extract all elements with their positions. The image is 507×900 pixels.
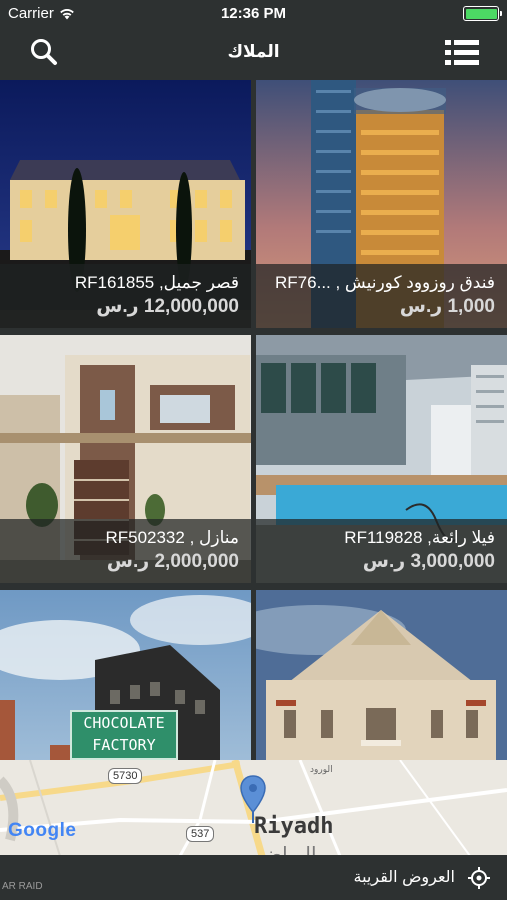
road-marker: 5730 (108, 768, 143, 784)
listing-card[interactable]: فيلا رائعة, RF119828 3,000,000 ر.س (256, 335, 507, 583)
google-logo: Google (8, 820, 77, 841)
page-title: الملاك (227, 42, 280, 61)
clock: 12:36 PM (220, 5, 287, 22)
battery-icon (463, 6, 502, 21)
listing-name: فيلا رائعة, RF119828 (344, 528, 495, 547)
listing-overlay: فيلا رائعة, RF119828 3,000,000 ر.س (256, 519, 507, 583)
listing-overlay: فندق روزوود كورنيش , ...RF76 1,000 ر.س (256, 264, 507, 328)
city-label-arabic: الرياض (258, 844, 317, 856)
street-label: الورود (310, 764, 333, 774)
battery-fill (465, 8, 497, 19)
listing-overlay: منازل , RF502332 2,000,000 ر.س (0, 519, 251, 583)
listing-card[interactable]: منازل , RF502332 2,000,000 ر.س (0, 335, 251, 583)
listing-price: 3,000,000 ر.س (362, 551, 495, 572)
listing-card[interactable]: فندق روزوود كورنيش , ...RF76 1,000 ر.س (256, 80, 507, 328)
list-menu-icon[interactable] (445, 38, 479, 68)
nearby-offers-label[interactable]: العروض القريبة (354, 867, 455, 887)
listing-card[interactable]: قصر جميل, RF161855 12,000,000 ر.س (0, 80, 251, 328)
listing-name: منازل , RF502332 (105, 528, 239, 547)
building-sign: CHOCOLATE FACTORY (70, 710, 178, 760)
map-pin-icon[interactable] (238, 774, 268, 824)
listing-name: فندق روزوود كورنيش , ...RF76 (275, 273, 495, 292)
status-bar: Carrier 12:36 PM (0, 0, 507, 28)
bottom-bar[interactable]: AR RAID العروض القريبة (0, 855, 507, 900)
listing-price: 12,000,000 ر.س (96, 296, 239, 317)
listing-price: 1,000 ر.س (399, 296, 495, 317)
listing-name: قصر جميل, RF161855 (74, 273, 239, 292)
navigation-bar: الملاك (0, 28, 507, 78)
road-marker: 537 (186, 826, 215, 842)
nearby-map[interactable]: Google 5730 537 الورود Riyadh الرياض (0, 760, 507, 856)
map-corner-label: AR RAID (2, 881, 43, 892)
listing-overlay: قصر جميل, RF161855 12,000,000 ر.س (0, 264, 251, 328)
location-target-icon[interactable] (467, 866, 491, 890)
listing-price: 2,000,000 ر.س (106, 551, 239, 572)
